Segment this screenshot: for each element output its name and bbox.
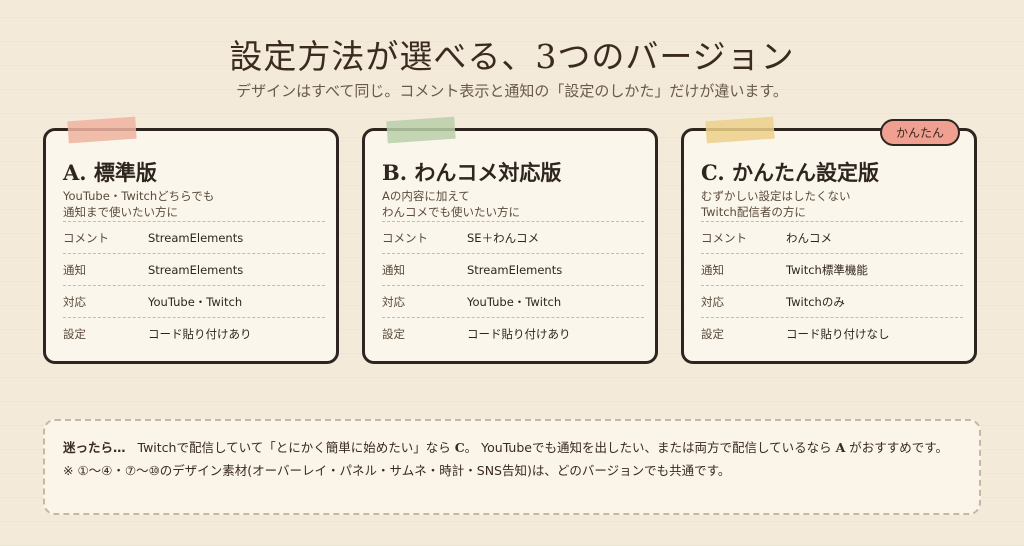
page-title: 設定方法が選べる、3つのバージョン bbox=[229, 37, 795, 76]
spec-row-setup: 設定 コード貼り付けなし bbox=[701, 317, 963, 349]
spec-value: StreamElements bbox=[148, 230, 244, 245]
tape-decoration bbox=[705, 116, 775, 144]
spec-key: コメント bbox=[63, 230, 109, 245]
card-description-line: Twitch配信者の方に bbox=[701, 205, 806, 219]
spec-value: Twitch標準機能 bbox=[786, 262, 868, 277]
spec-row-comment: コメント StreamElements bbox=[63, 221, 325, 253]
spec-key: 通知 bbox=[63, 262, 86, 277]
version-card-c: かんたん C. かんたん設定版 むずかしい設定はしたくない Twitch配信者の… bbox=[681, 116, 977, 364]
card-description-line: Aの内容に加えて bbox=[382, 189, 470, 203]
version-card-a: A. 標準版 YouTube・Twitchどちらでも 通知まで使いたい方に コメ… bbox=[43, 116, 339, 364]
note-emphasis-a: A bbox=[835, 440, 846, 455]
card-title: A. 標準版 bbox=[63, 160, 157, 185]
spec-key: 対応 bbox=[63, 294, 86, 309]
spec-value: StreamElements bbox=[148, 262, 244, 277]
spec-value: コード貼り付けあり bbox=[467, 326, 571, 341]
spec-key: 通知 bbox=[382, 262, 405, 277]
note-line-2: ※ ①〜④・⑦〜⑩のデザイン素材(オーバーレイ・パネル・サムネ・時計・SNS告知… bbox=[63, 463, 731, 478]
spec-value: わんコメ bbox=[786, 230, 832, 245]
spec-key: コメント bbox=[701, 230, 747, 245]
spec-key: 対応 bbox=[382, 294, 405, 309]
spec-key: 設定 bbox=[63, 326, 86, 341]
spec-value: Twitchのみ bbox=[786, 294, 845, 309]
card-title: C. かんたん設定版 bbox=[701, 160, 879, 185]
card-title: B. わんコメ対応版 bbox=[382, 160, 562, 185]
card-description-line: 通知まで使いたい方に bbox=[63, 205, 178, 219]
spec-row-platform: 対応 YouTube・Twitch bbox=[63, 285, 325, 317]
easy-badge: かんたん bbox=[879, 119, 960, 146]
spec-row-setup: 設定 コード貼り付けあり bbox=[63, 317, 325, 349]
version-card-b: B. わんコメ対応版 Aの内容に加えて わんコメでも使いたい方に コメント SE… bbox=[362, 116, 658, 364]
spec-row-notification: 通知 Twitch標準機能 bbox=[701, 253, 963, 285]
note-lead: 迷ったら… bbox=[63, 440, 126, 455]
spec-value: コード貼り付けなし bbox=[786, 326, 890, 341]
spec-key: 通知 bbox=[701, 262, 724, 277]
page-subtitle: デザインはすべて同じ。コメント表示と通知の「設定のしかた」だけが違います。 bbox=[236, 82, 788, 100]
spec-row-platform: 対応 YouTube・Twitch bbox=[382, 285, 644, 317]
spec-key: 設定 bbox=[382, 326, 405, 341]
note-emphasis-c: C bbox=[454, 440, 465, 455]
card-description: むずかしい設定はしたくない Twitch配信者の方に bbox=[701, 188, 961, 220]
spec-row-comment: コメント SE＋わんコメ bbox=[382, 221, 644, 253]
card-description-line: わんコメでも使いたい方に bbox=[382, 205, 520, 219]
spec-table: コメント StreamElements 通知 StreamElements 対応… bbox=[63, 221, 325, 349]
spec-value: StreamElements bbox=[467, 262, 563, 277]
spec-value: コード貼り付けあり bbox=[148, 326, 252, 341]
card-description: Aの内容に加えて わんコメでも使いたい方に bbox=[382, 188, 642, 220]
spec-value: YouTube・Twitch bbox=[467, 294, 562, 309]
note-text: がおすすめです。 bbox=[849, 440, 949, 455]
spec-table: コメント SE＋わんコメ 通知 StreamElements 対応 YouTub… bbox=[382, 221, 644, 349]
note-line-1: 迷ったら… Twitchで配信していて「とにかく簡単に始めたい」なら C。 You… bbox=[63, 436, 961, 459]
recommendation-note: 迷ったら… Twitchで配信していて「とにかく簡単に始めたい」なら C。 You… bbox=[43, 419, 981, 515]
note-text: Twitchで配信していて「とにかく簡単に始めたい」なら bbox=[137, 440, 451, 455]
note-text: 。 YouTubeでも通知を出したい、または両方で配信しているなら bbox=[464, 440, 832, 455]
spec-row-notification: 通知 StreamElements bbox=[63, 253, 325, 285]
spec-row-setup: 設定 コード貼り付けあり bbox=[382, 317, 644, 349]
spec-row-comment: コメント わんコメ bbox=[701, 221, 963, 253]
spec-key: コメント bbox=[382, 230, 428, 245]
spec-key: 設定 bbox=[701, 326, 724, 341]
spec-row-notification: 通知 StreamElements bbox=[382, 253, 644, 285]
spec-table: コメント わんコメ 通知 Twitch標準機能 対応 Twitchのみ 設定 コ… bbox=[701, 221, 963, 349]
spec-row-platform: 対応 Twitchのみ bbox=[701, 285, 963, 317]
card-description: YouTube・Twitchどちらでも 通知まで使いたい方に bbox=[63, 188, 323, 220]
card-description-line: YouTube・Twitchどちらでも bbox=[63, 189, 215, 203]
spec-value: SE＋わんコメ bbox=[467, 230, 540, 245]
spec-value: YouTube・Twitch bbox=[148, 294, 243, 309]
card-description-line: むずかしい設定はしたくない bbox=[701, 189, 851, 203]
spec-key: 対応 bbox=[701, 294, 724, 309]
tape-decoration bbox=[386, 116, 456, 144]
tape-decoration bbox=[67, 116, 137, 144]
